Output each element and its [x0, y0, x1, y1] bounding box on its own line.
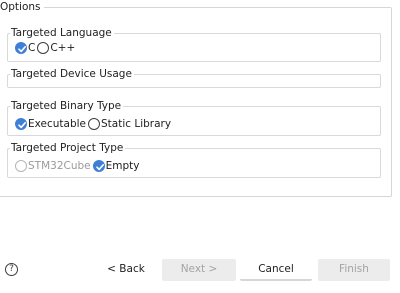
radio-c-label: C — [28, 42, 36, 54]
checkmark-icon — [18, 46, 26, 53]
targeted-project-type-group: Targeted Project Type STM32Cube Empty — [7, 141, 381, 178]
targeted-language-group: Targeted Language C C++ — [7, 26, 381, 62]
help-icon[interactable]: ? — [5, 263, 18, 276]
radio-executable[interactable] — [15, 118, 27, 130]
next-button: Next > — [162, 259, 236, 281]
radio-cpp[interactable] — [37, 42, 50, 54]
project-type-options: STM32Cube Empty — [15, 160, 141, 172]
finish-button: Finish — [318, 259, 390, 281]
project-options-dialog: Options Targeted Language C C++ Targeted… — [0, 0, 400, 293]
cancel-button[interactable]: Cancel — [240, 259, 312, 281]
binary-type-options: Executable Static Library — [15, 118, 173, 130]
radio-cpp-label: C++ — [50, 42, 76, 54]
radio-empty[interactable] — [92, 160, 105, 172]
checkmark-icon — [18, 122, 26, 129]
targeted-binary-type-legend: Targeted Binary Type — [10, 99, 124, 113]
radio-executable-label: Executable — [28, 118, 87, 130]
targeted-device-usage-group: Targeted Device Usage — [7, 67, 381, 88]
language-options: C C++ — [15, 42, 77, 54]
radio-empty-label: Empty — [105, 160, 140, 172]
targeted-binary-type-group: Targeted Binary Type Executable Static L… — [7, 99, 381, 136]
radio-c[interactable] — [15, 42, 27, 54]
checkmark-icon — [95, 164, 104, 171]
targeted-language-legend: Targeted Language — [10, 26, 114, 40]
targeted-project-type-legend: Targeted Project Type — [10, 141, 126, 155]
radio-static-library[interactable] — [88, 118, 101, 130]
radio-static-library-label: Static Library — [101, 118, 172, 130]
options-legend: Options — [0, 1, 44, 13]
targeted-device-usage-legend: Targeted Device Usage — [10, 67, 134, 81]
back-button[interactable]: < Back — [96, 259, 156, 281]
radio-stm32cube — [15, 160, 27, 172]
radio-stm32cube-label: STM32Cube — [28, 160, 91, 172]
